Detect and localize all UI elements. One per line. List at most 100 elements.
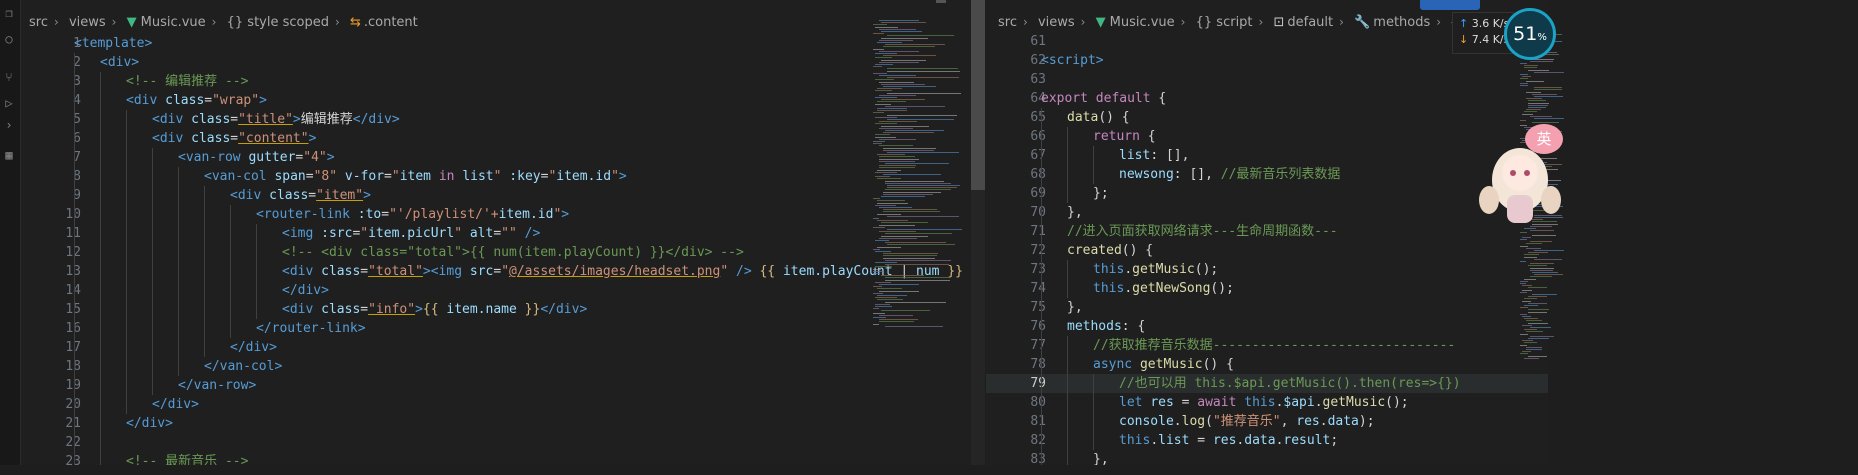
code-line[interactable]: 4 <div class="wrap"> — [21, 91, 985, 110]
code-line[interactable]: 17 </div> — [21, 338, 985, 357]
code-line[interactable]: 81 console.log("推荐音乐", res.data); — [986, 412, 1548, 431]
code-line[interactable]: 65 data() { — [986, 108, 1548, 127]
code-token: > — [363, 188, 371, 203]
line-number: 16 — [65, 321, 81, 336]
code-area[interactable]: 1 <template> 2 <div> 3 <!-- 编辑推荐 --> 4 <div cla… — [21, 34, 985, 465]
indent-guide — [230, 281, 231, 300]
code-line[interactable]: 79 //也可以用 this.$api.getMusic().then(res=>… — [986, 374, 1548, 393]
code-area[interactable]: 61 62 <script> 63 64 export default {65 data()… — [986, 32, 1548, 465]
code-line[interactable]: 5 <div class="title">编辑推荐</div> — [21, 110, 985, 129]
breadcrumb-file[interactable]: Music.vue — [1110, 15, 1175, 30]
code-line[interactable]: 9 <div class="item"> — [21, 186, 985, 205]
code-token: "item" — [316, 188, 364, 203]
breadcrumb-selector[interactable]: .content — [364, 15, 418, 30]
code-line[interactable]: 12 <!-- <div class="total">{{ num(item.pl… — [21, 243, 985, 262]
code-line[interactable]: 13 <div class="total"><img src="@/assets/… — [21, 262, 985, 281]
code-line[interactable]: 67 list: [], — [986, 146, 1548, 165]
breadcrumb-section[interactable]: {} script — [1196, 15, 1253, 30]
code-line[interactable]: 64 export default { — [986, 89, 1548, 108]
code-token: </div> — [352, 112, 400, 127]
breadcrumb-views[interactable]: views — [1038, 15, 1075, 30]
minimap-line — [1528, 107, 1546, 108]
indent-guide — [1041, 431, 1042, 450]
code-line[interactable]: 73 this.getMusic(); — [986, 260, 1548, 279]
code-line[interactable]: 6 <div class="content"> — [21, 129, 985, 148]
line-number: 21 — [65, 416, 81, 431]
minimap-line — [879, 94, 916, 96]
code-line[interactable]: 14 </div> — [21, 281, 985, 300]
code-line[interactable]: 23 <!-- 最新音乐 --> — [21, 452, 985, 465]
code-token: data — [1067, 110, 1099, 125]
code-line[interactable]: 7 <van-row gutter="4"> — [21, 148, 985, 167]
source-control-icon[interactable]: ⑂ — [2, 70, 16, 84]
code-line[interactable]: 63 — [986, 70, 1548, 89]
breadcrumb-file[interactable]: Music.vue — [141, 15, 206, 30]
code-line[interactable]: 16 </router-link> — [21, 319, 985, 338]
minimap[interactable] — [873, 20, 963, 465]
code-line[interactable]: 3 <!-- 编辑推荐 --> — [21, 72, 985, 91]
extensions-icon[interactable]: ▦ — [2, 148, 16, 162]
code-line[interactable]: 74 this.getNewSong(); — [986, 279, 1548, 298]
code-line[interactable]: 76 methods: { — [986, 317, 1548, 336]
line-number: 11 — [65, 226, 81, 241]
code-line[interactable]: 71 //进入页面获取网络请求---生命周期函数--- — [986, 222, 1548, 241]
code-line[interactable]: 66 return { — [986, 127, 1548, 146]
indent-guide — [100, 167, 101, 186]
code-line[interactable]: 11 <img :src="item.picUrl" alt="" /> — [21, 224, 985, 243]
code-line[interactable]: 15 <div class="info">{{ item.name }}</div… — [21, 300, 985, 319]
minimap-line — [1534, 258, 1562, 260]
cpu-usage-gauge[interactable]: 51% — [1504, 8, 1556, 60]
indent-guide — [1067, 412, 1068, 431]
minimap-right[interactable] — [1520, 30, 1565, 475]
code-line[interactable]: 68 newsong: [], //最新音乐列表数据 — [986, 165, 1548, 184]
code-line[interactable]: 1 <template> — [21, 34, 985, 53]
code-token: = — [384, 169, 392, 184]
breadcrumb-views[interactable]: views — [69, 15, 106, 30]
minimap-line — [1522, 351, 1531, 353]
code-token: gutter — [248, 150, 296, 165]
vertical-scrollbar[interactable] — [971, 0, 985, 465]
floating-toolbar-tab[interactable] — [1420, 0, 1480, 10]
remote-icon[interactable]: › — [2, 118, 16, 132]
code-line[interactable]: 78 async getMusic() { — [986, 355, 1548, 374]
code-line[interactable]: 20 </div> — [21, 395, 985, 414]
code-token: $api — [1283, 395, 1315, 410]
code-token: <div — [282, 264, 322, 279]
minimap-line — [1524, 342, 1537, 344]
code-line[interactable]: 70}, — [986, 203, 1548, 222]
minimap-line — [1528, 296, 1547, 298]
breadcrumb-default[interactable]: default — [1287, 15, 1333, 30]
minimap-line — [879, 156, 915, 158]
code-line[interactable]: 19 </van-row> — [21, 376, 985, 395]
breadcrumb-methods[interactable]: methods — [1373, 15, 1430, 30]
run-debug-icon[interactable]: ▷ — [2, 96, 16, 110]
code-line[interactable]: 18 </van-col> — [21, 357, 985, 376]
breadcrumb-section[interactable]: {} style scoped — [227, 15, 329, 30]
code-token: item.id — [498, 207, 554, 222]
search-icon[interactable]: ○ — [2, 32, 16, 46]
code-line[interactable]: 83}, — [986, 450, 1548, 465]
code-line[interactable]: 8 <van-col span="8" v-for="item in list" … — [21, 167, 985, 186]
code-line[interactable]: 22 — [21, 433, 985, 452]
minimap-line — [877, 108, 907, 109]
code-line[interactable]: 69}; — [986, 184, 1548, 203]
code-line[interactable]: 80 let res = await this.$api.getMusic(); — [986, 393, 1548, 412]
breadcrumb-src[interactable]: src — [29, 15, 48, 30]
breadcrumb-src[interactable]: src — [998, 15, 1017, 30]
minimap-line — [1528, 309, 1549, 311]
scrollbar-thumb[interactable] — [971, 0, 985, 190]
minimap-line — [873, 48, 884, 50]
code-line[interactable]: 72 created() { — [986, 241, 1548, 260]
code-line[interactable]: 77 //获取推荐音乐数据----------------------------… — [986, 336, 1548, 355]
code-line[interactable]: 10 <router-link :to="'/playlist/'+item.id… — [21, 205, 985, 224]
indent-guide — [1067, 336, 1068, 355]
code-line[interactable]: 82 this.list = res.data.result; — [986, 431, 1548, 450]
minimap-line — [1526, 247, 1541, 249]
upload-arrow-icon: ↑ — [1459, 17, 1469, 30]
code-line[interactable]: 75}, — [986, 298, 1548, 317]
mascot-language-bubble[interactable]: 英 — [1525, 124, 1563, 154]
code-line[interactable]: 21 </div> — [21, 414, 985, 433]
code-line[interactable]: 2 <div> — [21, 53, 985, 72]
minimap-line — [875, 251, 891, 252]
explorer-icon[interactable]: ❐ — [2, 6, 16, 20]
